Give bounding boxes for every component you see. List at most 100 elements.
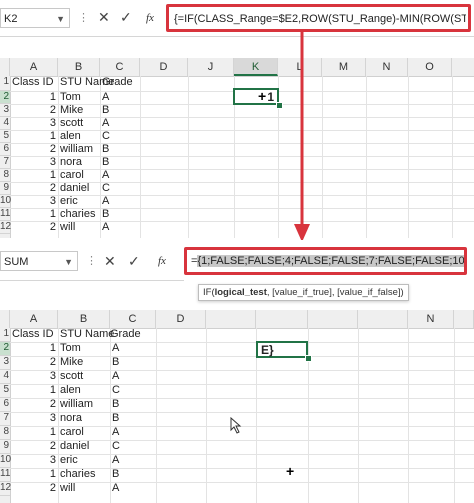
class-id-cell[interactable]: 1	[10, 426, 56, 438]
select-all-corner[interactable]	[0, 310, 10, 328]
student-name-cell[interactable]: william	[60, 398, 93, 410]
column-header[interactable]: N	[408, 310, 454, 328]
class-id-cell[interactable]: 1	[10, 468, 56, 480]
class-id-cell[interactable]: 2	[10, 182, 56, 194]
grade-cell[interactable]: B	[112, 468, 119, 480]
class-id-cell[interactable]: 2	[10, 398, 56, 410]
student-name-cell[interactable]: carol	[60, 169, 84, 181]
tooltip-arg-bold[interactable]: logical_test	[215, 287, 267, 298]
row-header[interactable]: 11	[0, 208, 10, 221]
class-id-cell[interactable]: 2	[10, 104, 56, 116]
student-name-cell[interactable]: alen	[60, 130, 81, 142]
active-cell[interactable]: E}	[256, 341, 308, 358]
student-name-cell[interactable]: nora	[60, 412, 82, 424]
grade-cell[interactable]: B	[112, 398, 119, 410]
column-header[interactable]: J	[188, 58, 234, 76]
row-header[interactable]: 10	[0, 195, 11, 208]
column-header[interactable]	[256, 310, 308, 328]
class-id-cell[interactable]: 2	[10, 482, 56, 494]
grade-cell[interactable]: A	[102, 169, 109, 181]
row-header[interactable]: 7	[0, 412, 10, 426]
column-header[interactable]: M	[322, 58, 366, 76]
grade-cell[interactable]: C	[112, 440, 120, 452]
row-header[interactable]: 7	[0, 156, 10, 169]
row-header[interactable]: 12	[0, 221, 11, 234]
row-header[interactable]: 11	[0, 468, 10, 482]
header-cell[interactable]: Class ID	[12, 76, 54, 88]
grade-cell[interactable]: C	[102, 130, 110, 142]
column-header[interactable]: D	[156, 310, 206, 328]
student-name-cell[interactable]: eric	[60, 454, 78, 466]
row-header[interactable]: 4	[0, 117, 10, 130]
header-cell[interactable]: Grade	[102, 76, 133, 88]
class-id-cell[interactable]: 3	[10, 117, 56, 129]
column-header[interactable]: D	[140, 58, 188, 76]
column-header[interactable]	[308, 310, 358, 328]
class-id-cell[interactable]: 1	[10, 169, 56, 181]
row-header[interactable]: 9	[0, 440, 10, 454]
enter-icon[interactable]: ✓	[128, 253, 140, 270]
column-header[interactable]: A	[10, 310, 58, 328]
grade-cell[interactable]: A	[102, 91, 109, 103]
grade-cell[interactable]: A	[112, 454, 119, 466]
row-header[interactable]: 3	[0, 104, 10, 117]
column-header[interactable]: A	[10, 58, 58, 76]
header-cell[interactable]: Grade	[110, 328, 141, 340]
student-name-cell[interactable]: alen	[60, 384, 81, 396]
column-header[interactable]: O	[408, 58, 452, 76]
class-id-cell[interactable]: 3	[10, 156, 56, 168]
grade-cell[interactable]: A	[112, 426, 119, 438]
spreadsheet-grid[interactable]: Class ID STU Name Grade 1 Tom A 2 Mike B 3 scot…	[10, 328, 474, 503]
column-header[interactable]	[358, 310, 408, 328]
student-name-cell[interactable]: charies	[60, 208, 95, 220]
grade-cell[interactable]: C	[102, 182, 110, 194]
enter-icon[interactable]: ✓	[120, 9, 132, 26]
row-header[interactable]: 8	[0, 426, 10, 440]
class-id-cell[interactable]: 3	[10, 412, 56, 424]
spreadsheet-grid[interactable]: Class ID STU Name Grade 1 Tom A 2 Mike B 3 scot…	[10, 76, 474, 238]
fx-icon[interactable]: fx	[158, 255, 166, 267]
row-header[interactable]: 1	[0, 76, 10, 91]
row-header[interactable]: 1	[0, 328, 10, 342]
class-id-cell[interactable]: 2	[10, 143, 56, 155]
column-header[interactable]: C	[100, 58, 140, 76]
name-box[interactable]: K2 ▼	[0, 8, 70, 28]
cancel-icon[interactable]: ✕	[104, 253, 116, 270]
class-id-cell[interactable]: 2	[10, 356, 56, 368]
student-name-cell[interactable]: Mike	[60, 356, 83, 368]
row-header[interactable]: 12	[0, 482, 11, 496]
fx-icon[interactable]: fx	[146, 12, 154, 24]
tooltip-args[interactable]: , [value_if_true], [value_if_false])	[267, 287, 404, 298]
student-name-cell[interactable]: Tom	[60, 342, 81, 354]
column-header[interactable]	[454, 310, 474, 328]
class-id-cell[interactable]: 1	[10, 342, 56, 354]
grade-cell[interactable]: B	[102, 208, 109, 220]
column-header[interactable]: B	[58, 310, 110, 328]
row-header[interactable]: 5	[0, 384, 10, 398]
student-name-cell[interactable]: daniel	[60, 182, 89, 194]
student-name-cell[interactable]: nora	[60, 156, 82, 168]
select-all-corner[interactable]	[0, 58, 10, 76]
row-header[interactable]: 10	[0, 454, 11, 468]
chevron-down-icon[interactable]: ▼	[56, 9, 65, 29]
student-name-cell[interactable]: scott	[60, 117, 83, 129]
grade-cell[interactable]: A	[112, 482, 119, 494]
class-id-cell[interactable]: 1	[10, 130, 56, 142]
class-id-cell[interactable]: 2	[10, 221, 56, 233]
header-cell[interactable]: STU Name	[60, 328, 114, 340]
row-header[interactable]: 8	[0, 169, 10, 182]
grade-cell[interactable]: B	[102, 156, 109, 168]
grade-cell[interactable]: B	[102, 104, 109, 116]
student-name-cell[interactable]: eric	[60, 195, 78, 207]
column-header[interactable]: B	[58, 58, 100, 76]
class-id-cell[interactable]: 3	[10, 195, 56, 207]
grade-cell[interactable]: A	[102, 195, 109, 207]
student-name-cell[interactable]: carol	[60, 426, 84, 438]
student-name-cell[interactable]: will	[60, 482, 75, 494]
student-name-cell[interactable]: william	[60, 143, 93, 155]
student-name-cell[interactable]: charies	[60, 468, 95, 480]
grade-cell[interactable]: A	[112, 370, 119, 382]
chevron-down-icon[interactable]: ▼	[64, 252, 73, 272]
row-header[interactable]: 4	[0, 370, 10, 384]
active-cell[interactable]: 1	[233, 88, 279, 105]
